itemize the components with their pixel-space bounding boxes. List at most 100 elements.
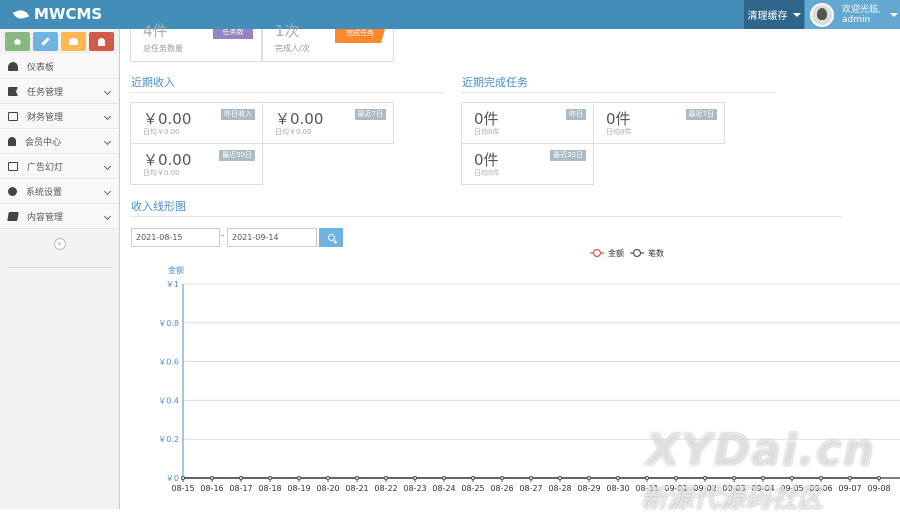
data-point	[239, 476, 243, 480]
data-point	[558, 476, 562, 480]
users-shortcut-button[interactable]	[61, 32, 86, 51]
tasks-section-title: 近期完成任务	[462, 76, 528, 89]
x-tick-label: 08-18	[258, 484, 281, 493]
avatar	[810, 2, 834, 27]
data-point	[877, 476, 881, 480]
income-card-30days: ￥0.00 日均￥0.00 最近30日	[130, 143, 263, 185]
data-point	[616, 476, 620, 480]
sidebar-item-ads[interactable]: 广告幻灯	[0, 154, 119, 179]
home-shortcut-button[interactable]	[5, 32, 30, 51]
tasks-average: 日均0件	[606, 128, 632, 136]
chevron-down-icon	[103, 112, 112, 121]
data-point	[210, 476, 214, 480]
sidebar-item-finance[interactable]: 财务管理	[0, 104, 119, 129]
dashboard-icon	[8, 62, 18, 71]
divider	[130, 216, 842, 217]
period-badge: 昨日	[566, 109, 586, 120]
x-tick-label: 08-26	[490, 484, 513, 493]
chart-legend: 金额 笔数	[590, 248, 664, 258]
bell-shortcut-button[interactable]	[89, 32, 114, 51]
sidebar-shortcuts	[0, 29, 119, 54]
sidebar-item-label: 系统设置	[26, 188, 63, 198]
income-card-7days: ￥0.00 日均￥0.00 最近7日	[262, 102, 394, 144]
income-average: 日均￥0.00	[143, 128, 180, 136]
leaf-icon	[12, 7, 30, 22]
user-greeting: 欢迎光临, admin	[842, 5, 881, 25]
tasks-value: 0件	[474, 110, 499, 128]
x-tick-label: 08-16	[200, 484, 223, 493]
sidebar-item-label: 财务管理	[27, 113, 64, 123]
sidebar-item-settings[interactable]: 系统设置	[0, 179, 119, 204]
inbox-icon	[8, 112, 18, 121]
income-section-title: 近期收入	[131, 76, 175, 89]
watermark-text: XYDai.cn	[646, 425, 876, 476]
caret-down-icon	[889, 12, 898, 17]
chevron-down-icon	[103, 212, 112, 221]
y-tick-label: ￥0.2	[158, 435, 179, 444]
sidebar-item-label: 内容管理	[27, 213, 64, 223]
x-tick-label: 08-27	[519, 484, 542, 493]
y-tick-label: ￥1	[166, 280, 179, 289]
pencil-shortcut-button[interactable]	[33, 32, 58, 51]
tasks-card-yesterday: 0件 日均0件 昨日	[461, 102, 594, 144]
stat-label: 完成人/次	[275, 44, 310, 53]
x-tick-label: 08-21	[345, 484, 368, 493]
income-value: ￥0.00	[143, 110, 192, 128]
sidebar-item-content[interactable]: 内容管理	[0, 204, 119, 229]
top-navbar: MWCMS 清理缓存 欢迎光临, admin	[0, 0, 900, 29]
data-point	[442, 476, 446, 480]
income-card-yesterday: ￥0.00 日均￥0.00 昨日收入	[130, 102, 263, 144]
data-point	[297, 476, 301, 480]
x-tick-label: 08-29	[577, 484, 600, 493]
x-tick-label: 08-24	[432, 484, 455, 493]
sidebar-collapse-button[interactable]: «	[53, 238, 66, 250]
brand-logo[interactable]: MWCMS	[12, 0, 102, 29]
home-icon	[13, 38, 22, 45]
x-tick-label: 08-22	[374, 484, 397, 493]
period-badge: 最近7日	[354, 109, 386, 120]
bell-icon	[98, 37, 105, 46]
tasks-card-30days: 0件 日均0件 最近30日	[461, 143, 594, 185]
data-point	[848, 476, 852, 480]
watermark-subtext: 新源代源码社区	[641, 484, 824, 514]
welcome-text: 欢迎光临,	[842, 4, 881, 15]
stat-tag: 任务数	[213, 29, 253, 39]
x-tick-label: 08-20	[316, 484, 339, 493]
y-tick-label: ￥0.6	[158, 358, 179, 367]
user-menu[interactable]: 欢迎光临, admin	[805, 0, 900, 29]
period-badge: 昨日收入	[221, 109, 255, 120]
x-tick-label: 08-25	[461, 484, 484, 493]
chevron-down-icon	[103, 187, 112, 196]
tasks-average: 日均0件	[474, 169, 500, 177]
clear-cache-button[interactable]: 清理缓存	[744, 0, 804, 29]
flag-icon	[8, 87, 18, 96]
income-average: 日均￥0.00	[275, 128, 312, 136]
y-tick-label: ￥0	[166, 474, 179, 483]
legend-marker	[592, 248, 602, 258]
sidebar-item-members[interactable]: 会员中心	[0, 129, 119, 154]
data-point	[268, 476, 272, 480]
x-tick-label: 08-19	[287, 484, 310, 493]
data-point	[384, 476, 388, 480]
divider	[130, 92, 444, 93]
data-point	[529, 476, 533, 480]
sidebar-item-dashboard[interactable]: 仪表板	[0, 54, 119, 79]
x-tick-label: 08-15	[171, 484, 194, 493]
chart-section-title: 收入线形图	[131, 200, 186, 213]
stat-value: 1次	[275, 22, 300, 40]
period-badge: 最近30日	[219, 150, 255, 161]
y-axis: ￥0 ￥0.2 ￥0.4 ￥0.6 ￥0.8 ￥1	[158, 280, 184, 483]
stat-card-completed: 1次 完成人/次 完成任务	[262, 22, 394, 62]
stat-label: 总任务数量	[143, 44, 183, 53]
divider	[461, 92, 775, 93]
sidebar-item-tasks[interactable]: 任务管理	[0, 79, 119, 104]
x-tick-label: 08-30	[606, 484, 629, 493]
x-tick-label: 08-23	[403, 484, 426, 493]
sidebar: 仪表板 任务管理 财务管理 会员中心 广告幻灯 系统设置 内容管理 «	[0, 29, 120, 509]
data-point	[413, 476, 417, 480]
chevron-down-icon	[103, 87, 112, 96]
period-badge: 最近30日	[550, 150, 586, 161]
legend-label: 金额	[608, 248, 624, 258]
x-tick-label: 08-28	[548, 484, 571, 493]
double-chevron-left-icon: «	[57, 239, 62, 248]
